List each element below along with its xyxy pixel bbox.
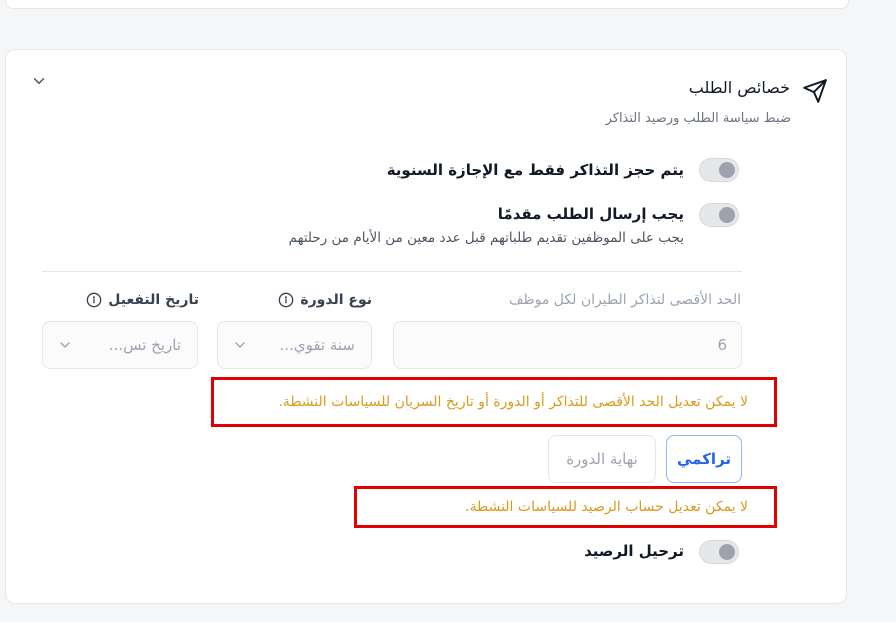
annual-leave-only-label: يتم حجز التذاكر فقط مع الإجازة السنوية bbox=[386, 161, 684, 179]
section-subtitle: ضبط سياسة الطلب ورصيد التذاكر bbox=[605, 111, 791, 126]
toggle-knob bbox=[719, 207, 735, 223]
chevron-down-icon[interactable] bbox=[30, 72, 48, 90]
section-title: خصائص الطلب bbox=[688, 78, 790, 97]
locked-balance-warning-text: لا يمكن تعديل حساب الرصيد للسياسات النشط… bbox=[465, 499, 748, 515]
cycle-type-select[interactable]: سنة تقوي... bbox=[217, 321, 372, 369]
locked-policy-warning-text: لا يمكن تعديل الحد الأقصى للتذاكر أو الد… bbox=[278, 394, 748, 410]
request-properties-card: خصائص الطلب ضبط سياسة الطلب ورصيد التذاك… bbox=[5, 49, 847, 604]
max-tickets-label: الحد الأقصى لتذاكر الطيران لكل موظف bbox=[508, 292, 741, 308]
cycle-type-value: سنة تقوي... bbox=[279, 336, 355, 354]
activation-date-value: تاريخ تس... bbox=[108, 336, 181, 354]
chevron-down-icon bbox=[60, 342, 70, 348]
info-icon[interactable] bbox=[86, 292, 102, 308]
info-icon[interactable] bbox=[278, 292, 294, 308]
previous-card bbox=[5, 0, 849, 9]
advance-request-label: يجب إرسال الطلب مقدمًا bbox=[497, 205, 684, 223]
locked-policy-warning: لا يمكن تعديل الحد الأقصى للتذاكر أو الد… bbox=[211, 377, 777, 427]
balance-mode-cycle-end[interactable]: نهاية الدورة bbox=[548, 435, 656, 483]
balance-mode-cumulative[interactable]: تراكمي bbox=[666, 435, 742, 483]
cycle-type-label-text: نوع الدورة bbox=[300, 292, 372, 308]
activation-date-label: تاريخ التفعيل bbox=[86, 292, 199, 308]
toggle-knob bbox=[719, 544, 735, 560]
section-divider bbox=[42, 271, 742, 272]
send-icon bbox=[803, 79, 827, 103]
chevron-down-icon bbox=[235, 342, 245, 348]
max-tickets-input[interactable]: 6 bbox=[393, 321, 742, 369]
max-tickets-value: 6 bbox=[717, 336, 727, 354]
activation-date-select[interactable]: تاريخ تس... bbox=[42, 321, 198, 369]
locked-balance-warning: لا يمكن تعديل حساب الرصيد للسياسات النشط… bbox=[354, 486, 777, 528]
advance-request-description: يجب على الموظفين تقديم طلباتهم قبل عدد م… bbox=[288, 230, 684, 246]
advance-request-toggle[interactable] bbox=[699, 203, 739, 227]
balance-carryover-toggle[interactable] bbox=[699, 540, 739, 564]
annual-leave-only-toggle[interactable] bbox=[699, 158, 739, 182]
toggle-knob bbox=[719, 162, 735, 178]
balance-carryover-label: ترحيل الرصيد bbox=[584, 542, 684, 560]
activation-date-label-text: تاريخ التفعيل bbox=[108, 292, 199, 308]
cycle-type-label: نوع الدورة bbox=[278, 292, 372, 308]
